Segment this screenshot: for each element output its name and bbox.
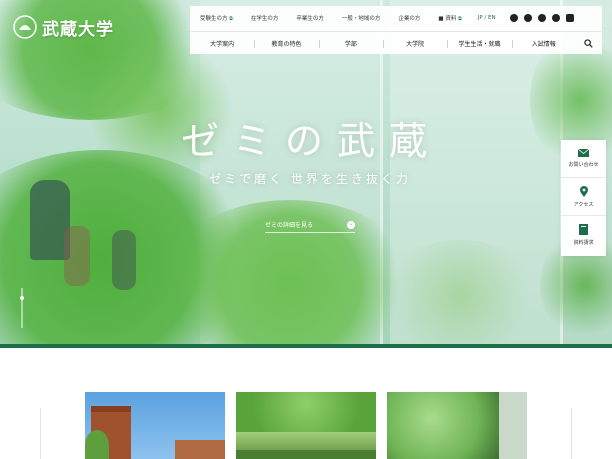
tree-canopy-image (387, 392, 499, 459)
nav-faculties[interactable]: 学部 (318, 39, 383, 48)
main-nav: 大学案内 教育の特色 学部 大学院 学生生活・就職 入試情報 (190, 31, 602, 54)
divider (40, 408, 41, 459)
side-link-access[interactable]: アクセス (561, 178, 606, 216)
util-link-students[interactable]: 在学生の方 (251, 14, 279, 22)
hero-more-link[interactable]: ゼミの詳細を見る › (265, 220, 355, 233)
language-switch[interactable]: JP / EN (478, 15, 496, 21)
hero-subtitle: ゼミで磨く 世界を生き抜く力 (209, 172, 411, 186)
util-link-public[interactable]: 一般・地域の方 (342, 14, 381, 22)
divider (571, 408, 572, 459)
youtube-icon[interactable] (565, 14, 574, 22)
spotify-icon[interactable] (551, 14, 560, 22)
search-button[interactable] (576, 32, 602, 55)
tree-canopy-image (236, 392, 376, 432)
ground-image (236, 450, 376, 459)
feature-card[interactable] (236, 392, 376, 459)
header-nav: 受験生の方 ⧉ 在学生の方 卒業生の方 一般・地域の方 企業の方 ■ 資料 ⧉ … (190, 6, 602, 54)
sns-links (509, 14, 574, 22)
instagram-icon[interactable] (537, 14, 546, 22)
twitter-icon[interactable] (509, 14, 518, 22)
side-link-label: 資料請求 (573, 240, 594, 246)
building-image (91, 406, 131, 412)
hero-title: ゼミの武蔵 (180, 119, 441, 163)
nav-admissions[interactable]: 入試情報 (511, 39, 576, 48)
hero-bottom-bar (0, 344, 612, 348)
side-link-contact[interactable]: お問い合わせ (561, 140, 606, 178)
hero-link-label: ゼミの詳細を見る (265, 222, 314, 229)
building-image (175, 440, 225, 459)
nav-graduate[interactable]: 大学院 (382, 39, 447, 48)
scroll-indicator-icon (20, 288, 24, 328)
person-silhouette (112, 230, 136, 290)
utility-nav: 受験生の方 ⧉ 在学生の方 卒業生の方 一般・地域の方 企業の方 ■ 資料 ⧉ … (190, 6, 602, 30)
external-link-icon: ⧉ (229, 16, 233, 22)
mail-icon (578, 149, 589, 157)
util-link-applicants[interactable]: 受験生の方 ⧉ (200, 14, 233, 22)
side-link-brochure[interactable]: 資料請求 (561, 216, 606, 254)
building-image (499, 392, 527, 459)
map-pin-icon (579, 185, 588, 197)
nav-about[interactable]: 大学案内 (190, 39, 254, 48)
external-link-icon: ⧉ (458, 16, 462, 22)
brochure-icon (579, 224, 588, 235)
logo-emblem-icon (13, 15, 37, 39)
arrow-right-icon: › (347, 220, 355, 229)
nav-campus-life[interactable]: 学生生活・就職 (447, 39, 511, 48)
site-logo[interactable]: 武蔵大学 (12, 14, 114, 40)
util-link-business[interactable]: 企業の方 (398, 14, 420, 22)
feature-card[interactable] (387, 392, 527, 459)
tree-image (85, 430, 109, 459)
feature-card[interactable] (85, 392, 225, 459)
util-link-alumni[interactable]: 卒業生の方 (296, 14, 324, 22)
side-link-label: アクセス (573, 201, 594, 208)
search-icon (584, 38, 594, 48)
nav-education[interactable]: 教育の特色 (254, 39, 318, 48)
facebook-icon[interactable] (523, 14, 532, 22)
foliage (380, 240, 540, 345)
util-link-materials[interactable]: ■ 資料 ⧉ (438, 14, 461, 22)
person-silhouette (64, 226, 90, 286)
side-quick-links: お問い合わせ アクセス 資料請求 (561, 140, 606, 256)
side-link-label: お問い合わせ (568, 162, 599, 168)
lock-icon: ■ (438, 16, 444, 22)
logo-text: 武蔵大学 (42, 19, 114, 40)
